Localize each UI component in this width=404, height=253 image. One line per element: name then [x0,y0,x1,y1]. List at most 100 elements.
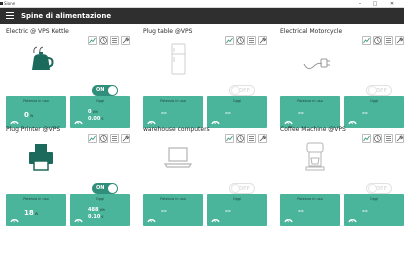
menu-icon[interactable] [6,12,14,20]
clock-icon[interactable] [236,36,245,45]
today-energy-value: 0 [88,109,92,115]
device-card: Electric @ VPS Kettle ON Potenza in uso … [6,28,130,128]
toggle-knob [108,86,117,95]
clock-icon[interactable] [373,134,382,143]
clock-icon[interactable] [236,134,245,143]
plug-icon [298,42,332,76]
today-energy-value: -- [225,109,231,117]
power-toggle[interactable]: ON [92,85,118,96]
list-icon[interactable] [247,36,256,45]
clock-icon[interactable] [99,134,108,143]
app-icon [0,2,3,5]
chart-icon[interactable] [88,134,97,143]
today-tile[interactable]: Oggi -- [344,96,404,128]
power-toggle[interactable]: OFF [229,85,255,96]
power-tile[interactable]: Potenza in uso -- [143,96,203,128]
close-icon[interactable]: ✕ [386,0,398,8]
gauge-icon [348,110,357,125]
clock-icon[interactable] [373,36,382,45]
gauge-icon [74,110,83,125]
today-energy-value: -- [362,109,368,117]
power-tile-label: Potenza in uso [297,197,323,201]
window-titlebar: Sione – □ ✕ [0,0,404,8]
chart-icon[interactable] [225,36,234,45]
toggle-knob [368,184,377,193]
fridge-icon [161,42,195,76]
today-tile[interactable]: Oggi 488Wh 0.10€ [70,194,130,226]
power-tile[interactable]: Potenza in uso -- [280,96,340,128]
device-name: Plug Printer @VPS [6,126,61,133]
wrench-icon[interactable] [395,134,404,143]
device-actions [88,36,130,45]
today-tile-label: Oggi [95,197,105,201]
wrench-icon[interactable] [121,134,130,143]
chart-icon[interactable] [88,36,97,45]
device-actions [225,134,267,143]
device-actions [88,134,130,143]
page-title: Spine di alimentazione [21,12,112,20]
coffee-machine-icon [298,140,332,174]
wrench-icon[interactable] [258,134,267,143]
minimize-icon[interactable]: – [354,0,366,8]
gauge-icon [284,208,293,223]
today-tile-label: Oggi [232,99,242,103]
power-unit: W [29,114,34,118]
chart-icon[interactable] [225,134,234,143]
device-name: Electric @ VPS Kettle [6,28,69,35]
device-name: warehouse computers [143,126,210,133]
wrench-icon[interactable] [121,36,130,45]
device-name: Plug table @VPS [143,28,193,35]
device-name: Electrical Motorcycle [280,28,343,35]
wrench-icon[interactable] [395,36,404,45]
kettle-icon [24,42,58,76]
today-tile[interactable]: Oggi -- [344,194,404,226]
today-cost-unit: € [101,117,104,121]
device-card: Plug Printer @VPS ON Potenza in uso 18W … [6,126,130,226]
device-card: warehouse computers OFF Potenza in uso -… [143,126,267,226]
gauge-icon [147,208,156,223]
list-icon[interactable] [384,134,393,143]
gauge-icon [211,110,220,125]
toggle-label: ON [96,185,105,191]
wrench-icon[interactable] [258,36,267,45]
laptop-icon [161,140,195,174]
today-tile[interactable]: Oggi 0Wh 0.00€ [70,96,130,128]
list-icon[interactable] [110,134,119,143]
list-icon[interactable] [110,36,119,45]
power-tile-label: Potenza in uso [297,99,323,103]
power-tile[interactable]: Potenza in uso 0W [6,96,66,128]
power-value: -- [161,109,167,117]
app-header: Spine di alimentazione [0,8,404,24]
gauge-icon [74,208,83,223]
maximize-icon[interactable]: □ [369,0,381,8]
today-tile-label: Oggi [369,99,379,103]
power-value: 0 [24,111,29,119]
device-actions [362,134,404,143]
window-title: Sione [4,1,16,6]
power-toggle[interactable]: ON [92,183,118,194]
power-toggle[interactable]: OFF [229,183,255,194]
toggle-label: ON [96,87,105,93]
device-card: Plug table @VPS OFF Potenza in uso -- Og… [143,28,267,128]
toggle-knob [231,86,240,95]
chart-icon[interactable] [362,134,371,143]
printer-icon [24,140,58,174]
today-energy-value: -- [225,207,231,215]
power-tile[interactable]: Potenza in uso 18W [6,194,66,226]
list-icon[interactable] [247,134,256,143]
power-tile[interactable]: Potenza in uso -- [280,194,340,226]
today-tile[interactable]: Oggi -- [207,194,267,226]
chart-icon[interactable] [362,36,371,45]
power-tile[interactable]: Potenza in uso -- [143,194,203,226]
today-energy-unit: Wh [99,208,106,212]
power-tile-label: Potenza in uso [23,99,49,103]
power-value: -- [161,207,167,215]
toggle-knob [368,86,377,95]
gauge-icon [147,110,156,125]
clock-icon[interactable] [99,36,108,45]
power-toggle[interactable]: OFF [366,183,392,194]
device-actions [362,36,404,45]
today-tile[interactable]: Oggi -- [207,96,267,128]
list-icon[interactable] [384,36,393,45]
power-toggle[interactable]: OFF [366,85,392,96]
